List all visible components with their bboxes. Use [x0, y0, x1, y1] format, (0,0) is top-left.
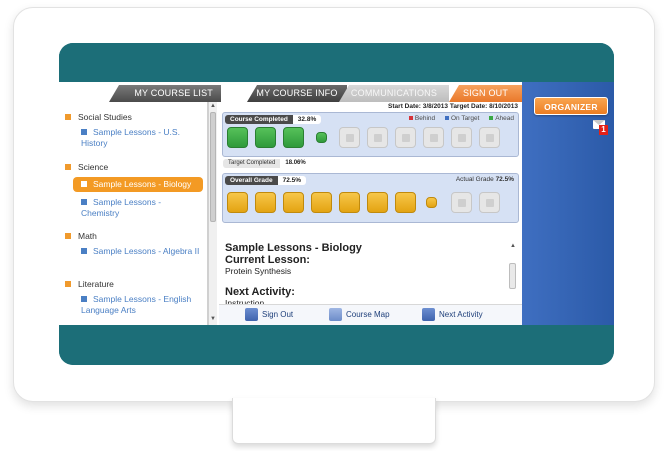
subject-literature: Literature [65, 279, 114, 289]
grade-tile [426, 197, 437, 208]
grade-tile [451, 192, 472, 213]
subject-science: Science [65, 162, 108, 172]
course-map-button[interactable]: Course Map [329, 308, 390, 322]
progress-tile [255, 127, 276, 148]
sign-out-tab[interactable]: SIGN OUT [449, 85, 522, 102]
mail-count-badge: 1 [599, 125, 608, 135]
bullet-icon [65, 164, 71, 170]
map-icon [329, 308, 342, 322]
grade-tile [283, 192, 304, 213]
course-title: Sample Lessons - Biology [225, 242, 362, 254]
progress-tile [451, 127, 472, 148]
course-completed-value: 32.8% [292, 115, 322, 124]
lesson-link-us-history[interactable]: Sample Lessons - U.S. History [81, 127, 201, 149]
target-completed: Target Completed 18.06% [223, 159, 311, 168]
overall-grade-header: Overall Grade 72.5% [225, 176, 307, 185]
overall-grade-label: Overall Grade [225, 176, 278, 185]
stage: MY COURSE LIST MY COURSE INFO COMMUNICAT… [0, 0, 668, 451]
sign-out-icon [245, 308, 258, 322]
subject-social-studies: Social Studies [65, 112, 132, 122]
course-completed-block: Course Completed 32.8% Behind On Target A… [222, 112, 519, 157]
scrollbar-thumb[interactable] [210, 112, 216, 222]
target-completed-label: Target Completed [223, 159, 281, 168]
monitor-stand [232, 398, 436, 444]
progress-tile [316, 132, 327, 143]
course-completed-header: Course Completed 32.8% [225, 115, 322, 124]
on-target-swatch [444, 116, 449, 120]
current-lesson-heading: Current Lesson: [225, 254, 310, 266]
bullet-icon [81, 199, 87, 205]
progress-legend: Behind On Target Ahead [401, 115, 514, 122]
actual-grade: Actual Grade 72.5% [455, 176, 514, 183]
next-activity-heading: Next Activity: [225, 286, 295, 298]
lesson-link-english[interactable]: Sample Lessons - English Language Arts [81, 294, 201, 316]
scroll-down-icon[interactable]: ▼ [210, 316, 216, 322]
ahead-swatch [489, 116, 494, 120]
grade-tile [311, 192, 332, 213]
course-completed-label: Course Completed [225, 115, 293, 124]
behind-swatch [408, 116, 413, 120]
course-list-sidebar: Social Studies Sample Lessons - U.S. His… [59, 102, 208, 325]
grade-tile [255, 192, 276, 213]
bullet-icon [65, 114, 71, 120]
bullet-icon [65, 281, 71, 287]
action-bar: Sign Out Course Map Next Activity [219, 304, 522, 325]
organizer-button[interactable]: ORGANIZER [534, 97, 608, 115]
sign-out-button[interactable]: Sign Out [245, 308, 293, 322]
scroll-up-icon[interactable]: ▲ [510, 243, 516, 249]
grade-tile [227, 192, 248, 213]
bullet-icon [81, 248, 87, 254]
overall-grade-value: 72.5% [277, 176, 307, 185]
screen-header-band [59, 43, 614, 82]
tab-communications[interactable]: COMMUNICATIONS [339, 85, 449, 102]
grade-tile [367, 192, 388, 213]
organizer-panel [522, 82, 614, 325]
grade-tile [479, 192, 500, 213]
progress-tile [479, 127, 500, 148]
progress-tile [423, 127, 444, 148]
progress-tile [283, 127, 304, 148]
screen: MY COURSE LIST MY COURSE INFO COMMUNICAT… [59, 43, 614, 365]
course-info-panel: Start Date: 3/8/2013 Target Date: 8/10/2… [219, 102, 522, 325]
current-lesson-value: Protein Synthesis [225, 266, 292, 276]
screen-footer-band [59, 325, 614, 365]
course-dates: Start Date: 3/8/2013 Target Date: 8/10/2… [388, 103, 518, 110]
overall-grade-block: Overall Grade 72.5% Actual Grade 72.5% [222, 173, 519, 223]
subject-math: Math [65, 231, 97, 241]
top-nav: MY COURSE LIST MY COURSE INFO COMMUNICAT… [59, 82, 522, 102]
progress-tile [367, 127, 388, 148]
tab-my-course-info[interactable]: MY COURSE INFO [247, 85, 347, 102]
grade-tile [339, 192, 360, 213]
lesson-link-chemistry[interactable]: Sample Lessons - Chemistry [81, 197, 201, 219]
progress-tile [339, 127, 360, 148]
bullet-icon [81, 296, 87, 302]
bullet-icon [81, 181, 87, 187]
sidebar-scrollbar[interactable]: ▲ ▼ [208, 102, 217, 325]
progress-tile [227, 127, 248, 148]
scroll-up-icon[interactable]: ▲ [210, 103, 216, 109]
grade-tile [395, 192, 416, 213]
next-activity-button[interactable]: Next Activity [422, 308, 483, 322]
bullet-icon [65, 233, 71, 239]
target-completed-value: 18.06% [280, 159, 311, 168]
lesson-link-algebra-ii[interactable]: Sample Lessons - Algebra II [81, 246, 201, 257]
app-window: MY COURSE LIST MY COURSE INFO COMMUNICAT… [59, 82, 614, 325]
tab-my-course-list[interactable]: MY COURSE LIST [109, 85, 221, 102]
scrollbar-thumb[interactable] [509, 263, 516, 289]
lesson-link-biology[interactable]: Sample Lessons - Biology [73, 177, 203, 192]
progress-tile [395, 127, 416, 148]
bullet-icon [81, 129, 87, 135]
next-arrow-icon [422, 308, 435, 322]
